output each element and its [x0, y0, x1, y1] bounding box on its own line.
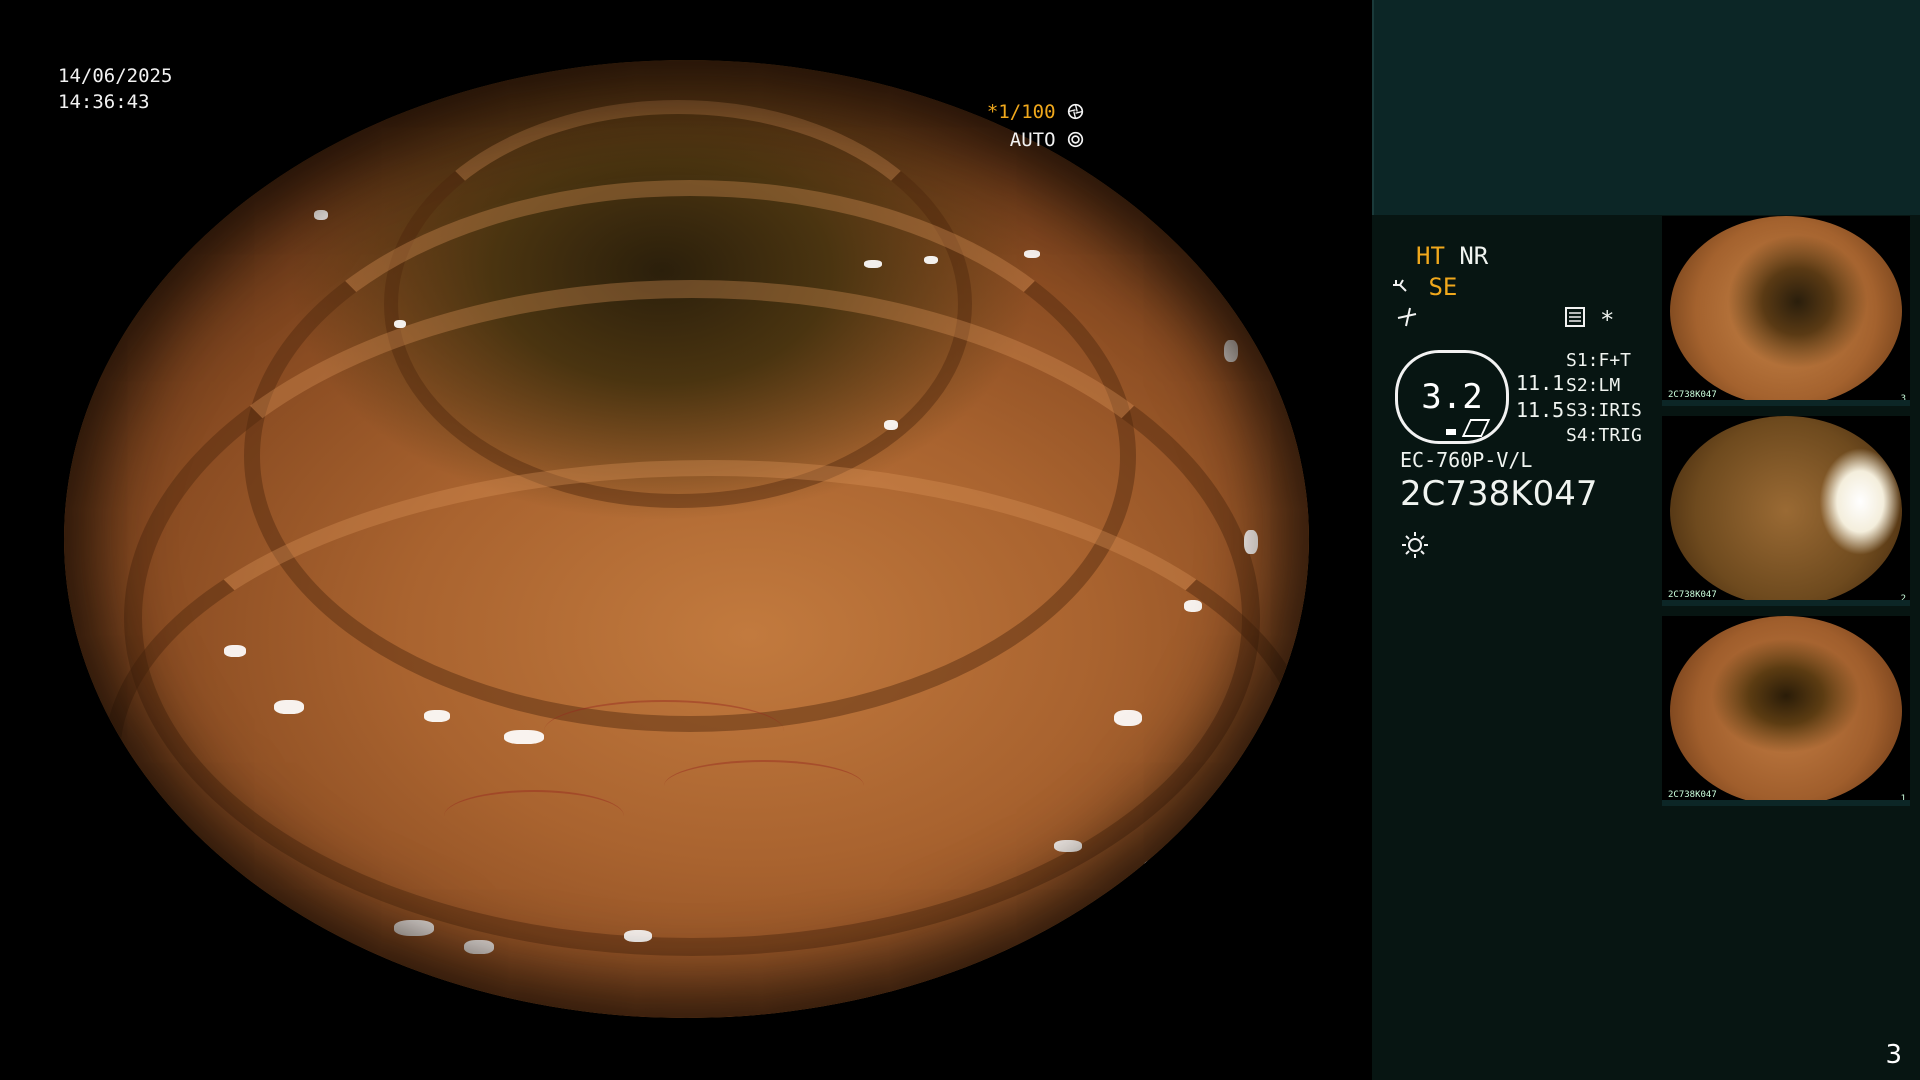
- mode-row-2: SE: [1392, 273, 1457, 301]
- thumbnail-image: [1670, 416, 1902, 606]
- endoscopy-screen: 14/06/2025 14:36:43 *1/100 AUTO HT NR SE…: [0, 0, 1920, 1080]
- structure-icon: [1397, 307, 1417, 327]
- asterisk-indicator: *: [1600, 306, 1615, 334]
- iris-mode: AUTO: [1009, 129, 1056, 151]
- scope-model: EC-760P-V/L: [1400, 448, 1533, 472]
- shutter-speed: *1/100: [986, 101, 1056, 123]
- wave-icon: [1393, 279, 1407, 292]
- exposure-info: *1/100 AUTO: [987, 98, 1084, 154]
- thumbnail-caption: 2C738K047: [1668, 590, 1717, 600]
- switch-s2: S2:LM: [1566, 375, 1621, 396]
- lens-value: 3.2: [1421, 377, 1483, 417]
- mask-top: [0, 0, 1372, 60]
- sun-icon: [1402, 532, 1428, 558]
- capture-thumbnail[interactable]: 2C738K047 3: [1662, 216, 1910, 406]
- capture-thumbnail[interactable]: 2C738K047 2: [1662, 416, 1910, 606]
- thumbnail-caption: 2C738K047: [1668, 390, 1717, 400]
- nr-indicator: NR: [1459, 242, 1489, 270]
- lens-wedge: [1461, 419, 1491, 437]
- capture-thumbnail[interactable]: 2C738K047 1: [1662, 616, 1910, 806]
- mode-row-1: HT NR: [1416, 242, 1488, 270]
- iris-icon: [1067, 131, 1084, 148]
- switch-list: S1:F+T S2:LM S3:IRIS S4:TRIG: [1566, 348, 1642, 448]
- switch-s3: S3:IRIS: [1566, 400, 1642, 421]
- aperture-icon: [1067, 103, 1084, 120]
- time-label: 14:36:43: [58, 91, 150, 113]
- date-label: 14/06/2025: [58, 65, 173, 87]
- datetime: 14/06/2025 14:36:43: [58, 63, 172, 115]
- lens-indicator: 3.2: [1395, 350, 1509, 444]
- scope-serial: 2C738K047: [1400, 474, 1598, 514]
- lens-value-2: 11.5: [1516, 398, 1565, 422]
- thumbnail-strip: [1662, 800, 1910, 806]
- lens-value-1: 11.1: [1516, 371, 1565, 395]
- thumbnail-image: [1670, 216, 1902, 406]
- ht-indicator: HT: [1416, 242, 1445, 270]
- lens-values: 11.1 11.5: [1516, 370, 1564, 424]
- switch-s1: S1:F+T: [1566, 350, 1632, 371]
- thumbnail-caption: 2C738K047: [1668, 790, 1717, 800]
- thumbnail-strip: [1662, 400, 1910, 406]
- thumbnail-strip: [1662, 600, 1910, 606]
- vignette: [64, 60, 1309, 1018]
- page-number: 3: [1885, 1040, 1902, 1070]
- se-indicator: SE: [1428, 273, 1458, 301]
- thumbnail-image: [1670, 616, 1902, 806]
- panel-header-area: [1372, 0, 1920, 215]
- list-icon: [1565, 307, 1585, 327]
- lens-bar: [1446, 429, 1456, 435]
- mask-bottom: [0, 1018, 1372, 1080]
- endoscope-image: [64, 60, 1309, 1018]
- specular-glint: [1144, 860, 1166, 872]
- switch-s4: S4:TRIG: [1566, 425, 1642, 446]
